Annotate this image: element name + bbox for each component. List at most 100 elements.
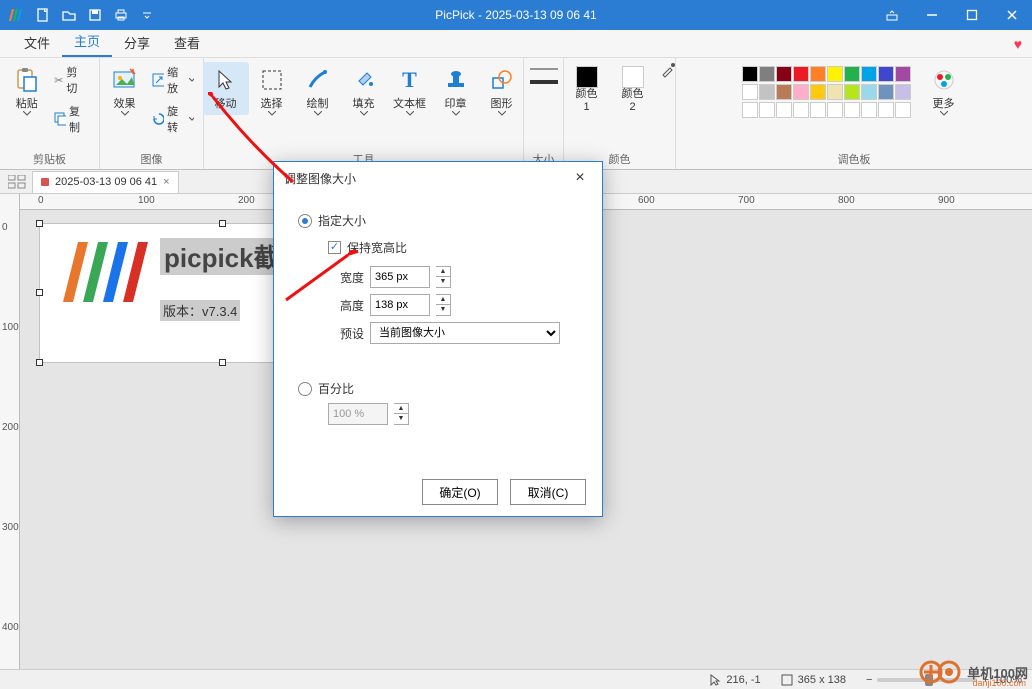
line-thick-icon[interactable] — [530, 78, 558, 86]
document-tab[interactable]: 2025-03-13 09 06 41 × — [32, 171, 179, 193]
percent-input[interactable] — [328, 403, 388, 425]
palette-swatch[interactable] — [776, 84, 792, 100]
save-button[interactable] — [82, 0, 108, 30]
palette-swatch[interactable] — [776, 102, 792, 118]
qat-dropdown[interactable] — [134, 0, 160, 30]
palette-swatch[interactable] — [810, 84, 826, 100]
dialog-title: 调整图像大小 — [284, 170, 356, 187]
ok-button[interactable]: 确定(O) — [422, 479, 498, 505]
tab-share[interactable]: 分享 — [112, 31, 162, 57]
preset-select[interactable]: 当前图像大小 — [370, 322, 560, 344]
palette-swatch[interactable] — [895, 66, 911, 82]
move-tool[interactable]: 移动 — [203, 62, 249, 115]
palette-swatch[interactable] — [759, 102, 775, 118]
zoom-out-button[interactable]: − — [866, 674, 872, 686]
palette-swatch[interactable] — [742, 84, 758, 100]
fill-tool[interactable]: 填充 — [341, 62, 387, 120]
draw-tool[interactable]: 绘制 — [295, 62, 341, 120]
height-spinner[interactable]: ▲▼ — [436, 294, 451, 316]
resize-icon — [152, 73, 164, 87]
favorite-icon[interactable]: ♥ — [1014, 36, 1022, 52]
width-input[interactable] — [370, 266, 430, 288]
radio-specify-size[interactable]: 指定大小 — [298, 212, 578, 229]
color-wheel-icon — [930, 66, 958, 94]
percent-spinner[interactable]: ▲▼ — [394, 403, 409, 425]
dialog-close-button[interactable]: × — [568, 169, 592, 187]
copy-button[interactable]: 复制 — [49, 101, 92, 137]
palette-swatch[interactable] — [810, 102, 826, 118]
canvas-version-text: 版本：v7.3.4 — [160, 300, 240, 321]
more-colors-button[interactable]: 更多 — [921, 62, 967, 120]
palette-swatch[interactable] — [810, 66, 826, 82]
status-coords: 216, -1 — [699, 674, 770, 686]
width-row: 宽度 ▲▼ — [328, 266, 578, 288]
tab-view[interactable]: 查看 — [162, 31, 212, 57]
status-dimensions: 365 x 138 — [771, 674, 856, 686]
percent-row: ▲▼ — [328, 403, 578, 425]
preset-label: 预设 — [328, 325, 364, 342]
canvas-title-text: picpick截 — [160, 238, 284, 275]
rotate-button[interactable]: 旋转 — [147, 101, 199, 137]
color1-swatch — [576, 66, 598, 88]
cut-button[interactable]: ✂ 剪切 — [49, 62, 92, 98]
tab-file[interactable]: 文件 — [12, 31, 62, 57]
radio-percent[interactable]: 百分比 — [298, 380, 578, 397]
palette-swatch[interactable] — [827, 84, 843, 100]
checkbox-keep-ratio[interactable]: ✓保持宽高比 — [328, 239, 578, 256]
shapes-tool[interactable]: 图形 — [479, 62, 525, 120]
palette-swatch[interactable] — [861, 102, 877, 118]
tab-home[interactable]: 主页 — [62, 29, 112, 57]
checkbox-checked-icon: ✓ — [328, 241, 341, 254]
effect-button[interactable]: 效果 — [104, 62, 145, 120]
cancel-button[interactable]: 取消(C) — [510, 479, 586, 505]
color-palette — [742, 62, 911, 118]
minimize-button[interactable] — [912, 0, 952, 30]
compact-ribbon-button[interactable] — [872, 0, 912, 30]
scissors-icon: ✂ — [54, 74, 63, 87]
color2-button[interactable]: 颜色 2 — [610, 62, 656, 118]
palette-swatch[interactable] — [742, 102, 758, 118]
palette-swatch[interactable] — [827, 66, 843, 82]
stamp-tool[interactable]: 印章 — [433, 62, 479, 120]
palette-swatch[interactable] — [878, 66, 894, 82]
dropper-icon[interactable] — [660, 62, 676, 78]
line-thin-icon[interactable] — [530, 66, 558, 72]
palette-swatch[interactable] — [793, 84, 809, 100]
print-button[interactable] — [108, 0, 134, 30]
paste-button[interactable]: 粘贴 — [6, 62, 47, 120]
paste-icon — [13, 66, 41, 94]
thumbnails-button[interactable] — [6, 173, 28, 191]
palette-swatch[interactable] — [844, 66, 860, 82]
palette-swatch[interactable] — [878, 84, 894, 100]
palette-swatch[interactable] — [844, 84, 860, 100]
select-tool[interactable]: 选择 — [249, 62, 295, 120]
palette-swatch[interactable] — [793, 66, 809, 82]
quick-access-toolbar — [30, 0, 160, 30]
dialog-title-bar[interactable]: 调整图像大小 × — [274, 162, 602, 194]
preset-row: 预设 当前图像大小 — [328, 322, 578, 344]
palette-swatch[interactable] — [895, 84, 911, 100]
palette-swatch[interactable] — [861, 66, 877, 82]
palette-swatch[interactable] — [878, 102, 894, 118]
new-file-button[interactable] — [30, 0, 56, 30]
close-button[interactable] — [992, 0, 1032, 30]
scale-button[interactable]: 缩放 — [147, 62, 199, 98]
open-file-button[interactable] — [56, 0, 82, 30]
panel-image: 效果 缩放 旋转 图像 — [100, 58, 204, 169]
width-spinner[interactable]: ▲▼ — [436, 266, 451, 288]
palette-swatch[interactable] — [844, 102, 860, 118]
palette-swatch[interactable] — [895, 102, 911, 118]
palette-swatch[interactable] — [793, 102, 809, 118]
palette-swatch[interactable] — [827, 102, 843, 118]
stamp-icon — [442, 66, 470, 94]
palette-swatch[interactable] — [861, 84, 877, 100]
palette-swatch[interactable] — [776, 66, 792, 82]
text-tool[interactable]: T文本框 — [387, 62, 433, 120]
palette-swatch[interactable] — [759, 66, 775, 82]
maximize-button[interactable] — [952, 0, 992, 30]
close-tab-button[interactable]: × — [163, 176, 169, 188]
height-input[interactable] — [370, 294, 430, 316]
color1-button[interactable]: 颜色 1 — [564, 62, 610, 118]
palette-swatch[interactable] — [742, 66, 758, 82]
palette-swatch[interactable] — [759, 84, 775, 100]
